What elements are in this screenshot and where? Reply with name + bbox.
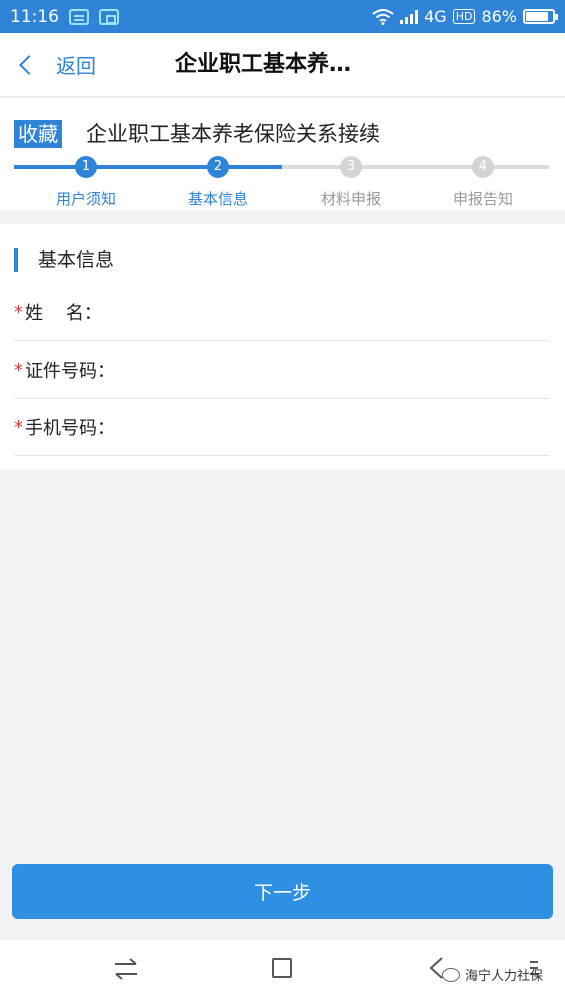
id-number-label: 证件号码： [25, 361, 115, 382]
battery-fill [526, 12, 549, 21]
phone-input[interactable] [115, 407, 549, 447]
step-2-label: 基本信息 [187, 190, 248, 208]
wifi-icon [372, 8, 394, 25]
status-bar: 11:16 4G HD 86% [0, 0, 565, 33]
nav-bar: 返回 企业职工基本养… [0, 33, 565, 97]
required-mark: * [14, 359, 23, 381]
favorite-button[interactable]: 收藏 [14, 120, 62, 148]
battery-percent: 86% [481, 7, 517, 26]
home-icon[interactable] [272, 958, 292, 978]
step-3-label: 材料申报 [320, 190, 381, 208]
section-title: 基本信息 [14, 248, 114, 272]
status-right: 4G HD 86% [372, 7, 558, 26]
step-2-circle: 2 [207, 156, 229, 178]
basic-info-form: 基本信息 * 姓 名： * 证件号码： * 手机号码： [0, 224, 565, 470]
progress-fill [14, 165, 282, 169]
switch-icon[interactable] [112, 954, 140, 984]
page-title: 企业职工基本养… [175, 52, 352, 77]
next-step-button[interactable]: 下一步 [12, 864, 553, 919]
step-4-label: 申报告知 [452, 190, 513, 208]
step-4-circle: 4 [472, 156, 494, 178]
id-number-input[interactable] [115, 350, 549, 390]
battery-icon [523, 9, 558, 24]
service-title: 企业职工基本养老保险关系接续 [86, 122, 380, 146]
back-button[interactable]: 返回 [16, 50, 96, 79]
message-icon [69, 8, 89, 25]
required-mark: * [14, 301, 23, 323]
back-label: 返回 [56, 54, 96, 78]
name-input[interactable] [101, 292, 549, 332]
signal-icon [400, 9, 419, 24]
step-1-label: 用户须知 [55, 190, 116, 208]
watermark-text: 海宁人力社保 [465, 969, 544, 984]
scan-icon [99, 8, 119, 25]
step-1-circle: 1 [75, 156, 97, 178]
wechat-logo-icon [442, 967, 460, 982]
hd-badge: HD [452, 9, 476, 24]
step-3-circle: 3 [340, 156, 362, 178]
name-label: 姓 名： [25, 303, 102, 324]
chevron-left-icon [19, 54, 39, 75]
id-number-field-row: * 证件号码： [14, 342, 549, 399]
steps-panel: 收藏 企业职工基本养老保险关系接续 1 2 3 4 用户须知 基本信息 材料申报… [0, 98, 565, 210]
network-type: 4G [424, 7, 447, 26]
phone-field-row: * 手机号码： [14, 399, 549, 456]
name-field-row: * 姓 名： [14, 284, 549, 341]
status-time: 11:16 [10, 6, 59, 27]
required-mark: * [14, 416, 23, 438]
watermark: 海宁人力社保 [442, 965, 543, 984]
phone-label: 手机号码： [25, 418, 115, 439]
